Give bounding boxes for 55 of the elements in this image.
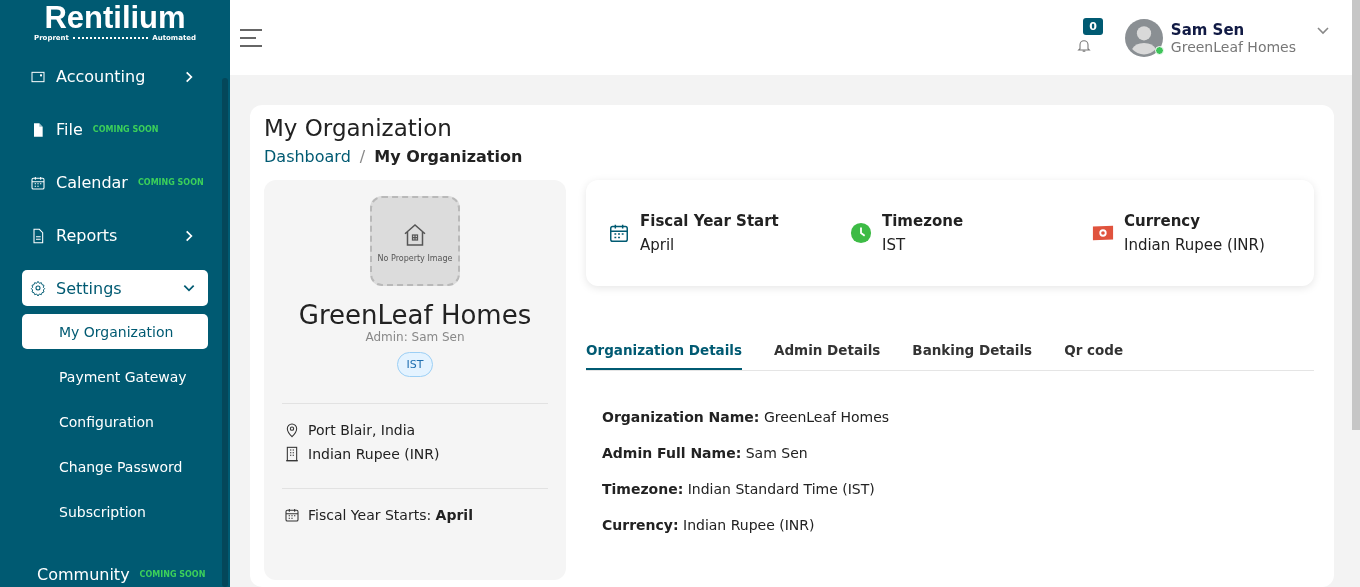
- detail-text: Admin Full Name: Sam Sen: [602, 445, 809, 461]
- breadcrumb-current: My Organization: [374, 147, 523, 166]
- sidebar-item[interactable]: Reports: [22, 209, 208, 262]
- summary-value: IST: [882, 236, 907, 254]
- menu-icon[interactable]: [240, 28, 262, 47]
- tab[interactable]: Banking Details: [912, 342, 1033, 370]
- notification-count: 0: [1083, 17, 1103, 35]
- coming-soon-label: COMING SOON: [139, 570, 206, 579]
- sidebar-item[interactable]: Settings: [22, 270, 208, 306]
- info-text: Indian Rupee (INR): [308, 446, 440, 462]
- summary-label: Timezone: [882, 212, 964, 230]
- summary-label: Currency: [1124, 212, 1201, 230]
- user-name: Sam Sen: [1170, 20, 1246, 39]
- info-text: Port Blair, India: [308, 422, 416, 438]
- sidebar-item[interactable]: Accounting: [22, 50, 208, 103]
- breadcrumb-separator: /: [359, 147, 366, 166]
- sidebar-item[interactable]: Community COMING SOON: [22, 548, 208, 587]
- sidebar-item[interactable]: File COMING SOON: [22, 103, 208, 156]
- info-text: Fiscal Year Starts: April: [308, 507, 473, 523]
- summary-value: Indian Rupee (INR): [1124, 236, 1265, 254]
- organization-name: GreenLeaf Homes: [298, 300, 532, 330]
- sidebar-subitem[interactable]: Payment Gateway: [22, 354, 208, 399]
- sidebar-subitem[interactable]: Configuration: [22, 399, 208, 444]
- summary-label: Fiscal Year Start: [640, 212, 779, 230]
- location-pin-icon: [284, 422, 300, 438]
- user-organization: GreenLeaf Homes: [1170, 38, 1296, 55]
- detail-text: Currency: Indian Rupee (INR): [602, 517, 816, 533]
- image-caption: No Property Image: [377, 253, 453, 263]
- report-icon: [30, 227, 46, 244]
- sidebar-subitem[interactable]: Subscription: [22, 489, 208, 534]
- tab[interactable]: Qr code: [1064, 342, 1124, 370]
- calendar-icon: [284, 507, 300, 523]
- coming-soon-label: COMING SOON: [92, 125, 159, 134]
- breadcrumb-link[interactable]: Dashboard: [264, 147, 351, 166]
- tab[interactable]: Admin Details: [774, 342, 881, 370]
- admin-name: Admin: Sam Sen: [365, 330, 465, 344]
- chevron-down-icon[interactable]: [1316, 25, 1330, 36]
- timezone-tag: IST: [396, 352, 434, 377]
- calendar-icon: [30, 174, 46, 191]
- sidebar-subitem[interactable]: My Organization: [22, 314, 208, 349]
- logo: Rentilium: [44, 2, 186, 34]
- coming-soon-label: COMING SOON: [137, 178, 204, 187]
- clock-icon: [850, 222, 872, 244]
- sidebar-item[interactable]: Calendar COMING SOON: [22, 156, 208, 209]
- building-icon: [284, 446, 300, 462]
- detail-text: Organization Name: GreenLeaf Homes: [602, 409, 891, 425]
- page-title: My Organization: [264, 115, 453, 141]
- detail-text: Timezone: Indian Standard Time (IST): [602, 481, 876, 497]
- settings-icon: [30, 280, 46, 296]
- notification-bell-icon[interactable]: [1075, 37, 1092, 54]
- tab[interactable]: Organization Details: [586, 342, 742, 370]
- avatar: [1124, 18, 1163, 57]
- summary-value: April: [640, 236, 676, 254]
- sidebar-subitem[interactable]: Change Password: [22, 444, 208, 489]
- calendar-icon: [608, 222, 630, 244]
